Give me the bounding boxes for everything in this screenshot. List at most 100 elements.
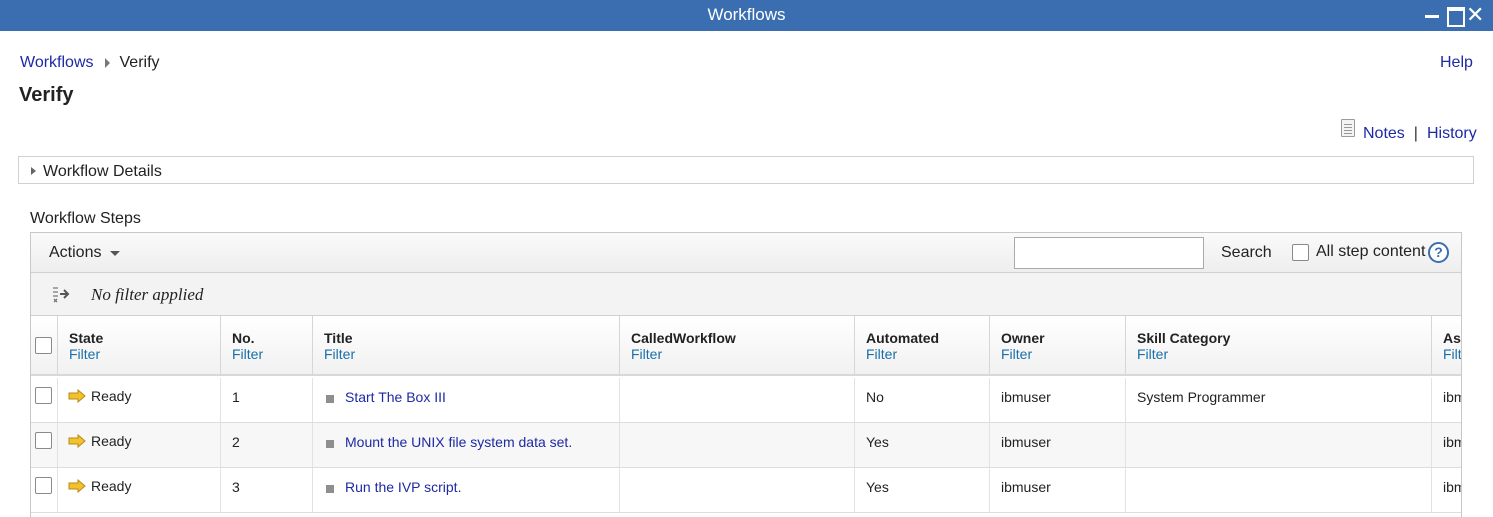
column-title-automated[interactable]: Automated — [866, 330, 939, 346]
filter-link-automated[interactable]: Filter — [866, 346, 897, 362]
breadcrumb-workflows-link[interactable]: Workflows — [20, 54, 94, 72]
row-select-cell — [31, 468, 58, 512]
automated-cell: Yes — [855, 423, 990, 467]
search-button[interactable]: Search — [1221, 244, 1272, 262]
state-value: Ready — [68, 433, 131, 449]
select-all-checkbox[interactable] — [35, 337, 52, 354]
number-cell: 1 — [221, 378, 313, 422]
search-input[interactable] — [1014, 237, 1204, 269]
column-header-assignee: As Filt — [1432, 316, 1461, 376]
filter-link-title[interactable]: Filter — [324, 346, 355, 362]
state-label: Ready — [91, 478, 132, 494]
owner-cell: ibmuser — [990, 423, 1126, 467]
owner-cell: ibmuser — [990, 378, 1126, 422]
state-cell: Ready — [58, 468, 221, 512]
step-title-link[interactable]: Run the IVP script. — [345, 479, 461, 495]
column-header-calledworkflow: CalledWorkflow Filter — [620, 316, 855, 376]
breadcrumb-current: Verify — [119, 54, 160, 71]
actions-menu-button[interactable]: Actions — [49, 244, 121, 262]
breadcrumb: Workflows Verify — [20, 54, 160, 72]
filter-link-owner[interactable]: Filter — [1001, 346, 1032, 362]
state-cell: Ready — [58, 423, 221, 467]
workflow-steps-label: Workflow Steps — [30, 210, 141, 227]
actions-label: Actions — [49, 244, 102, 261]
step-square-icon — [326, 484, 334, 493]
state-value: Ready — [68, 478, 131, 494]
history-link[interactable]: History — [1427, 125, 1477, 143]
table-row[interactable]: Ready 3 Run the IVP script. Yes ibmuser … — [31, 468, 1461, 513]
column-header-skill-category: Skill Category Filter — [1126, 316, 1432, 376]
column-header-number: No. Filter — [221, 316, 313, 376]
skill-category-value: System Programmer — [1137, 389, 1266, 405]
skill-category-cell — [1126, 423, 1432, 467]
filter-link-assignee[interactable]: Filt — [1443, 346, 1461, 362]
filter-link-skill-category[interactable]: Filter — [1137, 346, 1168, 362]
column-header-automated: Automated Filter — [855, 316, 990, 376]
filter-link-state[interactable]: Filter — [69, 346, 100, 362]
workflow-details-toggle[interactable]: Workflow Details — [18, 156, 1474, 184]
number-cell: 2 — [221, 423, 313, 467]
table-toolbar: Actions Search All step content ? — [31, 233, 1461, 273]
window-title: Workflows — [707, 5, 786, 24]
column-title-owner[interactable]: Owner — [1001, 330, 1045, 346]
step-title: Mount the UNIX file system data set. — [326, 434, 572, 450]
filter-arrows-icon[interactable] — [51, 285, 71, 305]
table-header: State Filter No. Filter Title Filter Cal… — [31, 316, 1461, 376]
filter-status-text: No filter applied — [91, 285, 204, 304]
column-header-title: Title Filter — [313, 316, 620, 376]
column-title-state[interactable]: State — [69, 330, 103, 346]
owner-value: ibmuser — [1001, 479, 1051, 495]
notes-history-links: Notes | History — [1341, 119, 1477, 143]
column-title-title[interactable]: Title — [324, 330, 353, 346]
title-cell: Run the IVP script. — [313, 468, 620, 512]
column-title-assignee[interactable]: As — [1443, 330, 1461, 346]
state-label: Ready — [91, 433, 132, 449]
notes-icon[interactable] — [1341, 119, 1355, 137]
workflow-steps-table: Actions Search All step content ? No fil… — [30, 232, 1462, 517]
column-title-skill-category[interactable]: Skill Category — [1137, 330, 1230, 346]
step-square-icon — [326, 394, 334, 403]
expand-triangle-icon — [31, 167, 36, 175]
assignee-value: ibm — [1443, 479, 1461, 495]
automated-value: Yes — [866, 434, 889, 450]
maximize-icon[interactable] — [1445, 5, 1465, 27]
row-checkbox[interactable] — [35, 477, 52, 494]
row-checkbox[interactable] — [35, 387, 52, 404]
help-icon[interactable]: ? — [1428, 242, 1449, 263]
minimize-icon[interactable] — [1423, 5, 1441, 25]
number-cell: 3 — [221, 468, 313, 512]
step-title: Run the IVP script. — [326, 479, 461, 495]
filter-status-bar: No filter applied — [31, 273, 1461, 316]
assignee-value: ibm — [1443, 389, 1461, 405]
step-number: 3 — [232, 479, 240, 495]
arrow-right-icon — [68, 389, 86, 403]
table-row[interactable]: Ready 2 Mount the UNIX file system data … — [31, 423, 1461, 468]
close-icon[interactable]: ✕ — [1466, 4, 1484, 26]
automated-cell: No — [855, 378, 990, 422]
row-checkbox[interactable] — [35, 432, 52, 449]
page-title: Verify — [19, 84, 74, 106]
state-cell: Ready — [58, 378, 221, 422]
step-square-icon — [326, 439, 334, 448]
filter-link-number[interactable]: Filter — [232, 346, 263, 362]
column-title-calledworkflow[interactable]: CalledWorkflow — [631, 330, 736, 346]
step-title-link[interactable]: Mount the UNIX file system data set. — [345, 434, 572, 450]
all-step-content-checkbox[interactable] — [1292, 243, 1309, 261]
owner-cell: ibmuser — [990, 468, 1126, 512]
state-value: Ready — [68, 388, 131, 404]
notes-separator: | — [1413, 125, 1418, 142]
step-title-link[interactable]: Start The Box III — [345, 389, 446, 405]
automated-cell: Yes — [855, 468, 990, 512]
owner-value: ibmuser — [1001, 434, 1051, 450]
owner-value: ibmuser — [1001, 389, 1051, 405]
arrow-right-icon — [68, 479, 86, 493]
table-row[interactable]: Ready 1 Start The Box III No ibmuser Sys… — [31, 378, 1461, 423]
filter-link-calledworkflow[interactable]: Filter — [631, 346, 662, 362]
column-title-number[interactable]: No. — [232, 330, 255, 346]
row-select-cell — [31, 378, 58, 422]
help-link[interactable]: Help — [1440, 54, 1473, 72]
assignee-value: ibm — [1443, 434, 1461, 450]
notes-link[interactable]: Notes — [1363, 125, 1405, 143]
window-titlebar: Workflows ✕ — [0, 0, 1493, 31]
step-number: 1 — [232, 389, 240, 405]
